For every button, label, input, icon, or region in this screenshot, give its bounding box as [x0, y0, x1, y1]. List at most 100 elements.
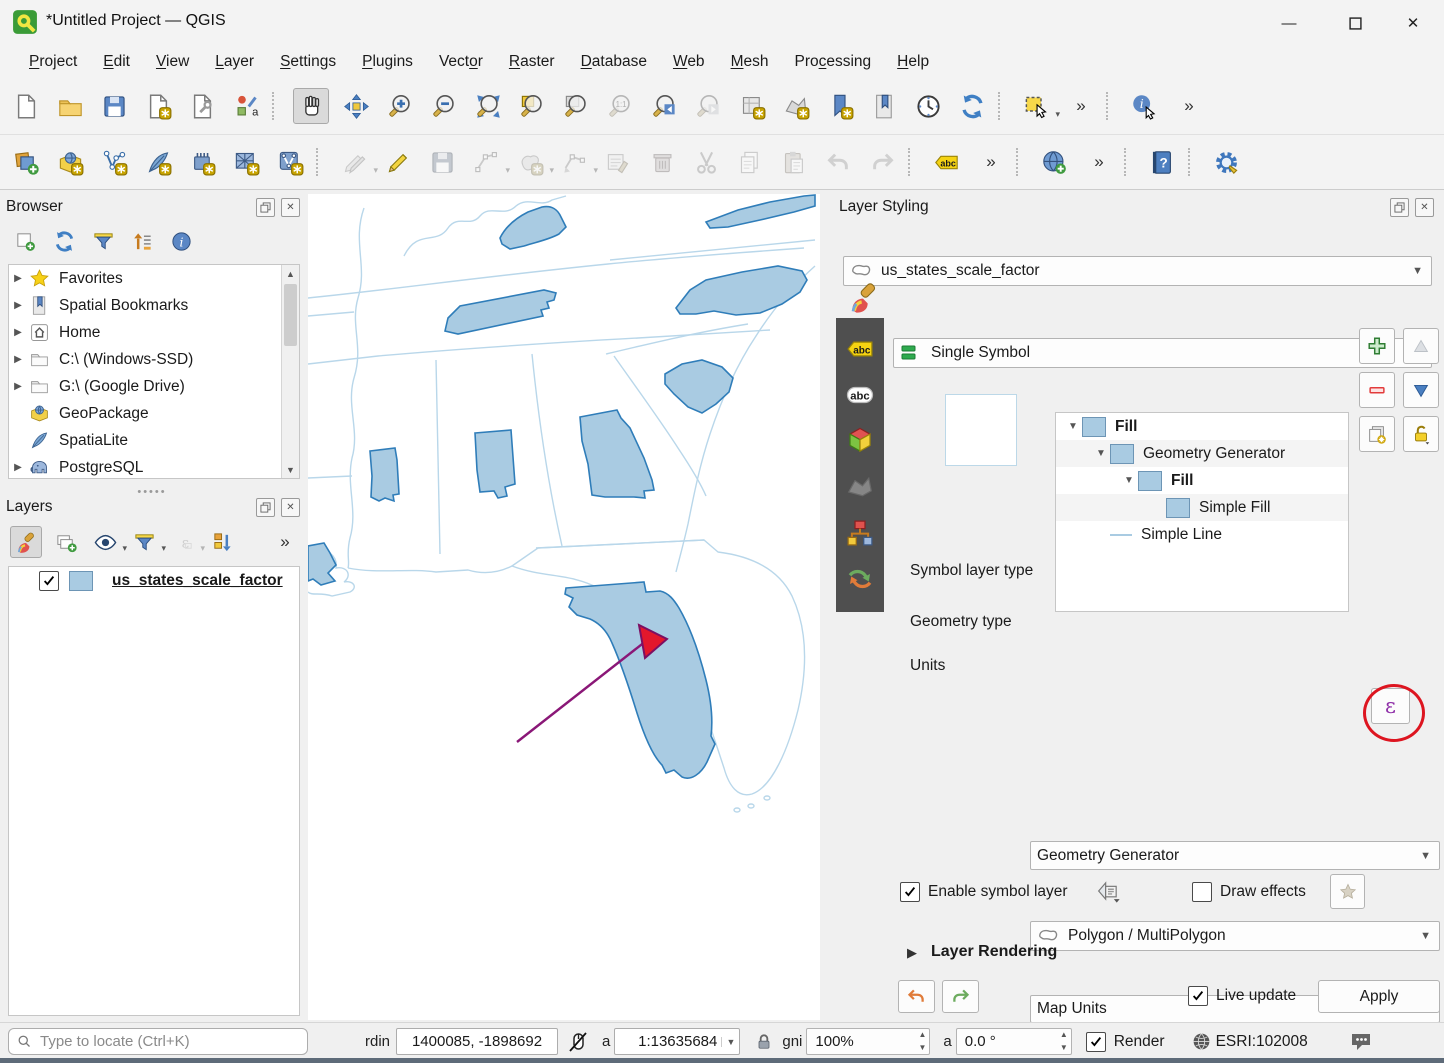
new-geopackage-layer-button[interactable] — [53, 145, 87, 179]
layers-toolbar-overflow-button[interactable]: » — [272, 532, 296, 552]
layer-item[interactable]: us_states_scale_factor — [9, 567, 299, 594]
browser-item-c-windows-ssd-[interactable]: ▶ C:\ (Windows-SSD) — [9, 346, 299, 373]
pan-to-selection-button[interactable] — [339, 89, 373, 123]
expander-icon[interactable]: ▶ — [9, 354, 27, 365]
processing-toolbox-button[interactable] — [1209, 145, 1243, 179]
symbol-layer-type-combo[interactable]: Geometry Generator▼ — [1030, 841, 1440, 870]
history-tab[interactable] — [845, 518, 875, 548]
collapse-all-button[interactable] — [127, 226, 157, 256]
styling-layer-combo[interactable]: us_states_scale_factor ▼ — [843, 256, 1432, 286]
browser-item-home[interactable]: ▶ Home — [9, 319, 299, 346]
undo-button[interactable] — [821, 145, 855, 179]
new-temporary-scratch-layer-button[interactable] — [185, 145, 219, 179]
live-update-checkbox[interactable] — [1188, 986, 1208, 1006]
copy-features-button[interactable] — [733, 145, 767, 179]
menu-web[interactable]: Web — [660, 49, 718, 75]
add-group-button[interactable] — [51, 527, 81, 557]
rotation-spinbox[interactable]: 0.0 °▲▼ — [956, 1028, 1072, 1055]
paste-features-button[interactable] — [777, 145, 811, 179]
menu-plugins[interactable]: Plugins — [349, 49, 426, 75]
toolbar-overflow-button[interactable]: » — [973, 145, 1007, 179]
new-virtual-layer-button[interactable] — [229, 145, 263, 179]
edit-filter-expression-button[interactable]: ε▾ — [168, 527, 198, 557]
lock-colors-button[interactable] — [1403, 416, 1439, 452]
remove-symbol-layer-button[interactable] — [1359, 372, 1395, 408]
toolbar-overflow-button[interactable]: » — [1171, 89, 1205, 123]
new-map-view-button[interactable] — [735, 89, 769, 123]
crs-globe-icon[interactable] — [1191, 1031, 1212, 1052]
lock-scale-icon[interactable] — [754, 1032, 774, 1052]
new-3d-map-view-button[interactable] — [779, 89, 813, 123]
zoom-last-button[interactable] — [647, 89, 681, 123]
symbol-node-fill[interactable]: ▼Fill — [1056, 467, 1348, 494]
menu-help[interactable]: Help — [884, 49, 942, 75]
new-spatial-bookmark-button[interactable] — [823, 89, 857, 123]
pan-map-button[interactable] — [293, 88, 329, 124]
help-contents-button[interactable]: ? — [1145, 145, 1179, 179]
expander-icon[interactable]: ▶ — [9, 273, 27, 284]
layer-name[interactable]: us_states_scale_factor — [112, 572, 283, 590]
close-button[interactable]: ✕ — [1390, 10, 1436, 36]
browser-item-g-google-drive-[interactable]: ▶ G:\ (Google Drive) — [9, 373, 299, 400]
open-project-button[interactable] — [53, 89, 87, 123]
zoom-next-button[interactable] — [691, 89, 725, 123]
new-spatialite-layer-button[interactable] — [141, 145, 175, 179]
new-print-layout-button[interactable] — [141, 89, 175, 123]
menu-project[interactable]: Project — [16, 49, 90, 75]
locator-search-input[interactable]: Type to locate (Ctrl+K) — [8, 1028, 308, 1055]
modify-attributes-button[interactable] — [601, 145, 635, 179]
layer-visibility-checkbox[interactable] — [39, 571, 59, 591]
new-project-button[interactable] — [9, 89, 43, 123]
filter-legend-button[interactable]: ▾ — [129, 527, 159, 557]
refresh-map-button[interactable] — [955, 89, 989, 123]
draw-effects-checkbox[interactable] — [1192, 882, 1212, 902]
menu-vector[interactable]: Vector — [426, 49, 496, 75]
menu-processing[interactable]: Processing — [781, 49, 884, 75]
diagrams-tab[interactable] — [845, 472, 875, 502]
expander-icon[interactable]: ▶ — [9, 300, 27, 311]
symbol-node-fill[interactable]: ▼Fill — [1056, 413, 1348, 440]
geometry-type-combo[interactable]: Polygon / MultiPolygon▼ — [1030, 921, 1440, 951]
messages-icon[interactable] — [1348, 1030, 1374, 1054]
dock-close-icon[interactable]: ✕ — [281, 498, 300, 517]
browser-item-postgresql[interactable]: ▶ PostgreSQL — [9, 454, 299, 479]
metasearch-button[interactable] — [1037, 145, 1071, 179]
zoom-to-layer-button[interactable] — [559, 89, 593, 123]
expander-icon[interactable]: ▼ — [1064, 421, 1082, 432]
expander-icon[interactable]: ▼ — [1092, 448, 1110, 459]
vertex-tool-button[interactable]: ▾ — [557, 145, 591, 179]
browser-item-favorites[interactable]: ▶ Favorites — [9, 265, 299, 292]
select-features-button[interactable]: ▾ — [1019, 89, 1053, 123]
symbology-tab-icon[interactable] — [847, 282, 879, 314]
data-source-manager-button[interactable] — [9, 145, 43, 179]
browser-item-geopackage[interactable]: GeoPackage — [9, 400, 299, 427]
crs-status[interactable]: ESRI:102008 — [1216, 1033, 1308, 1051]
show-spatial-bookmarks-button[interactable] — [867, 89, 901, 123]
redo-button[interactable] — [865, 145, 899, 179]
expander-icon[interactable]: ▼ — [1120, 475, 1138, 486]
delete-selected-button[interactable] — [645, 145, 679, 179]
new-shapefile-layer-button[interactable] — [97, 145, 131, 179]
menu-layer[interactable]: Layer — [202, 49, 267, 75]
zoom-to-selection-button[interactable] — [515, 89, 549, 123]
expander-icon[interactable]: ▶ — [9, 462, 27, 473]
menu-mesh[interactable]: Mesh — [718, 49, 782, 75]
toolbar-overflow-button[interactable]: » — [1081, 145, 1115, 179]
layer-rendering-header[interactable]: Layer Rendering — [931, 943, 1057, 961]
menu-settings[interactable]: Settings — [267, 49, 349, 75]
add-symbol-layer-button[interactable] — [1359, 328, 1395, 364]
refresh-button[interactable] — [49, 226, 79, 256]
browser-item-spatial-bookmarks[interactable]: ▶ Spatial Bookmarks — [9, 292, 299, 319]
browser-scrollbar[interactable]: ▲▼ — [281, 265, 299, 478]
scale-combo[interactable]: 1:13635684 ▼ — [614, 1028, 740, 1055]
save-project-button[interactable] — [97, 89, 131, 123]
menu-view[interactable]: View — [143, 49, 202, 75]
labels-tab[interactable]: abc — [845, 334, 875, 364]
expander-icon[interactable]: ▶ — [9, 327, 27, 338]
add-feature-button[interactable]: ▾ — [469, 145, 503, 179]
dock-float-icon[interactable] — [1390, 198, 1409, 217]
menu-edit[interactable]: Edit — [90, 49, 143, 75]
symbol-node-simple-line[interactable]: Simple Line — [1056, 521, 1348, 548]
mouse-position-toggle-icon[interactable] — [566, 1030, 590, 1054]
toolbar-overflow-button[interactable]: » — [1063, 89, 1097, 123]
